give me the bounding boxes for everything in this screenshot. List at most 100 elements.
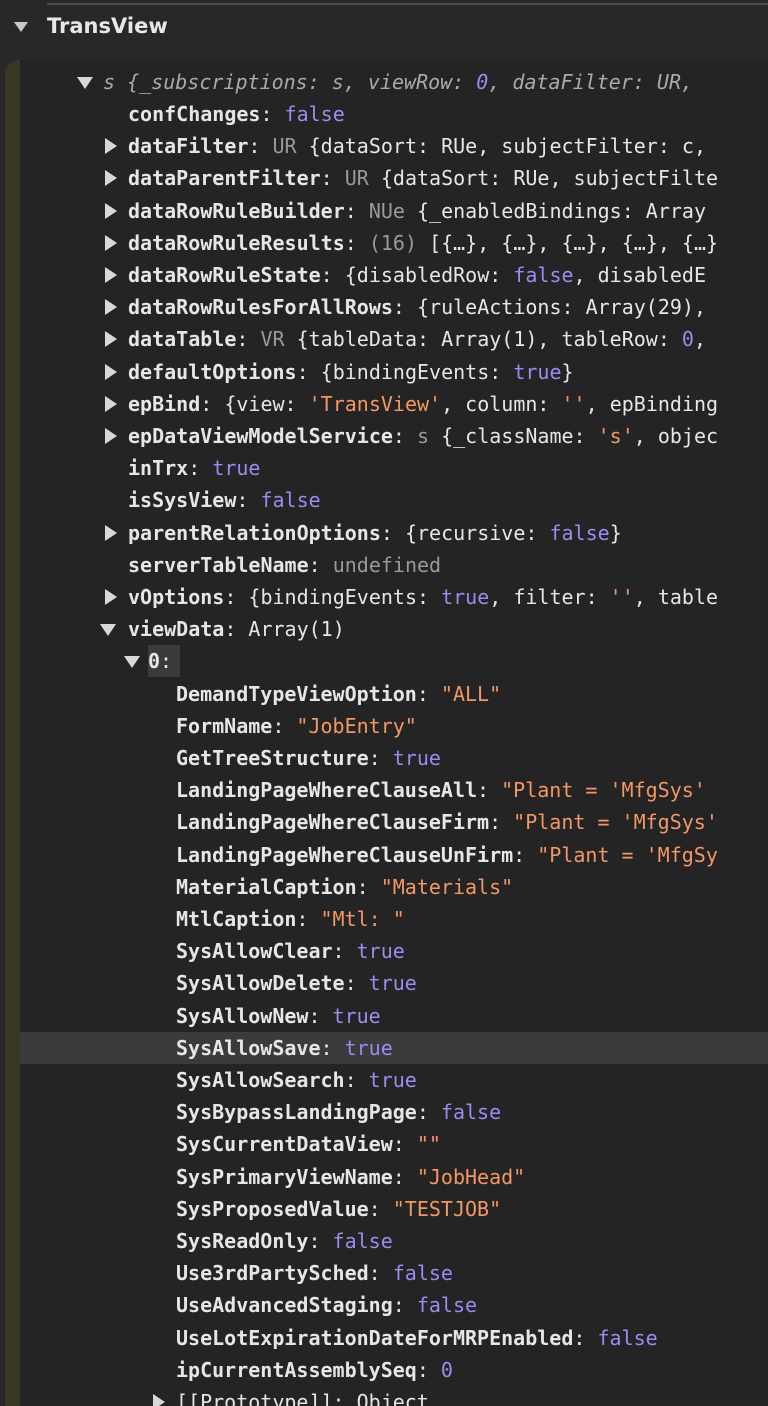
colon: : <box>308 1229 333 1253</box>
class-name: s <box>417 424 442 448</box>
field-line: SysAllowClear: true <box>176 935 405 967</box>
view-data-field-row[interactable]: ipCurrentAssemblySeq: 0 <box>20 1354 768 1386</box>
view-data-field-row[interactable]: DemandTypeViewOption: "ALL" <box>20 678 768 710</box>
view-data-field-row[interactable]: SysReadOnly: false <box>20 1225 768 1257</box>
property-row[interactable]: epDataViewModelService: s {_className: '… <box>20 420 768 452</box>
view-data-field-row[interactable]: SysBypassLandingPage: false <box>20 1096 768 1128</box>
view-data-field-row[interactable]: SysPrimaryViewName: "JobHead" <box>20 1161 768 1193</box>
expand-open-icon[interactable] <box>100 624 116 637</box>
colon: : <box>368 746 393 770</box>
expand-open-icon[interactable] <box>124 656 140 669</box>
view-data-field-row[interactable]: SysProposedValue: "TESTJOB" <box>20 1193 768 1225</box>
expand-closed-icon[interactable] <box>153 1394 165 1406</box>
colon: : <box>392 1132 417 1157</box>
field-line: GetTreeStructure: true <box>176 742 441 774</box>
property-row[interactable]: defaultOptions: {bindingEvents: true} <box>20 356 768 388</box>
property-value-part: , disabledE <box>573 263 706 287</box>
field-key: SysBypassLandingPage <box>176 1100 417 1125</box>
view-data-field-row[interactable]: SysCurrentDataView: "" <box>20 1128 768 1160</box>
expand-closed-icon[interactable] <box>105 589 117 605</box>
expand-closed-icon[interactable] <box>105 363 117 380</box>
view-data-field-row[interactable]: UseLotExpirationDateForMRPEnabled: false <box>20 1322 768 1354</box>
colon: : <box>260 102 285 126</box>
class-name: (16) <box>368 230 430 255</box>
colon: : <box>320 166 345 191</box>
field-line: SysCurrentDataView: "" <box>176 1128 441 1160</box>
property-row[interactable]: vOptions: {bindingEvents: true, filter: … <box>20 581 768 613</box>
view-data-field-row[interactable]: LandingPageWhereClauseUnFirm: "Plant = '… <box>20 839 768 871</box>
view-data-field-row[interactable]: SysAllowSave: true <box>20 1032 768 1064</box>
property-row[interactable]: dataTable: VR {tableData: Array(1), tabl… <box>20 323 768 355</box>
property-value-part: } <box>609 520 622 545</box>
expand-closed-icon[interactable] <box>105 395 117 412</box>
property-value-part: 'TransView' <box>308 391 442 416</box>
view-data-field-row[interactable]: MtlCaption: "Mtl: " <box>20 903 768 935</box>
property-key: vOptions <box>128 585 225 609</box>
root-object-row[interactable]: s {_subscriptions: s, viewRow: 0, dataFi… <box>20 66 768 98</box>
expand-open-icon[interactable] <box>77 77 93 89</box>
property-value-part: {recursive: <box>404 520 550 545</box>
prototype-line: [[Prototype]]: Object <box>176 1386 429 1406</box>
property-row[interactable]: isSysView: false <box>20 484 768 516</box>
view-data-field-row[interactable]: LandingPageWhereClauseAll: "Plant = 'Mfg… <box>20 774 768 806</box>
view-data-field-row[interactable]: SysAllowClear: true <box>20 935 768 967</box>
property-row[interactable]: inTrx: true <box>20 452 768 484</box>
property-row[interactable]: confChanges: false <box>20 98 768 130</box>
array-index-row[interactable]: 0: <box>20 645 768 678</box>
property-value: Array(1) <box>248 617 345 642</box>
field-line: FormName: "JobEntry" <box>176 710 417 742</box>
field-line: UseLotExpirationDateForMRPEnabled: false <box>176 1322 658 1354</box>
view-data-field-row[interactable]: SysAllowNew: true <box>20 1000 768 1032</box>
colon: : <box>332 1390 357 1406</box>
prototype-row[interactable]: [[Prototype]]: Object <box>20 1386 768 1406</box>
field-line: SysProposedValue: "TESTJOB" <box>176 1193 501 1225</box>
view-data-field-row[interactable]: FormName: "JobEntry" <box>20 710 768 742</box>
property-value-part: '' <box>609 585 634 609</box>
colon: : <box>416 1100 441 1125</box>
expand-closed-icon[interactable] <box>105 234 117 251</box>
property-line: parentRelationOptions: {recursive: false… <box>128 517 622 549</box>
expand-closed-icon[interactable] <box>105 331 117 348</box>
property-line: dataFilter: UR {dataSort: RUe, subjectFi… <box>128 130 706 162</box>
field-value: true <box>368 971 417 996</box>
property-row[interactable]: dataRowRuleResults: (16) [{…}, {…}, {…},… <box>20 227 768 259</box>
expand-closed-icon[interactable] <box>105 138 117 155</box>
property-line: serverTableName: undefined <box>128 549 441 581</box>
property-row[interactable]: epBind: {view: 'TransView', column: '', … <box>20 388 768 420</box>
field-value: "" <box>416 1132 441 1157</box>
colon: : <box>344 198 369 223</box>
expand-closed-icon[interactable] <box>105 202 117 219</box>
view-data-field-row[interactable]: MaterialCaption: "Materials" <box>20 871 768 903</box>
view-data-field-row[interactable]: SysAllowSearch: true <box>20 1064 768 1096</box>
property-value-part: , <box>693 327 706 352</box>
chevron-down-icon[interactable] <box>14 22 28 32</box>
view-data-field-row[interactable]: LandingPageWhereClauseFirm: "Plant = 'Mf… <box>20 806 768 838</box>
property-value: false <box>284 102 345 126</box>
colon: : <box>344 971 369 996</box>
expand-closed-icon[interactable] <box>105 299 117 316</box>
property-row[interactable]: dataRowRulesForAllRows: {ruleActions: Ar… <box>20 291 768 323</box>
colon: : <box>236 327 261 352</box>
view-data-field-row[interactable]: SysAllowDelete: true <box>20 967 768 999</box>
property-row[interactable]: dataRowRuleBuilder: NUe {_enabledBinding… <box>20 195 768 227</box>
colon: : <box>368 1196 393 1221</box>
expand-closed-icon[interactable] <box>105 267 117 283</box>
property-row[interactable]: parentRelationOptions: {recursive: false… <box>20 517 768 549</box>
expand-closed-icon[interactable] <box>105 428 117 444</box>
view-data-field-row[interactable]: Use3rdPartySched: false <box>20 1257 768 1289</box>
view-data-field-row[interactable]: UseAdvancedStaging: false <box>20 1289 768 1321</box>
field-key: SysPrimaryViewName <box>176 1164 393 1189</box>
transview-section-header[interactable]: TransView <box>0 10 768 46</box>
property-row[interactable]: dataParentFilter: UR {dataSort: RUe, sub… <box>20 162 768 194</box>
property-row[interactable]: serverTableName: undefined <box>20 549 768 581</box>
property-row[interactable]: viewData: Array(1) <box>20 613 768 645</box>
property-value: [{…}, {…}, {…}, {…}, {…} <box>429 230 719 255</box>
property-value: {dataSort: RUe, subjectFilter: c, <box>308 134 706 159</box>
property-key: dataFilter <box>128 134 249 159</box>
property-row[interactable]: dataRowRuleState: {disabledRow: false, d… <box>20 259 768 291</box>
expand-closed-icon[interactable] <box>105 170 117 187</box>
object-tree[interactable]: s {_subscriptions: s, viewRow: 0, dataFi… <box>5 60 768 1406</box>
property-row[interactable]: dataFilter: UR {dataSort: RUe, subjectFi… <box>20 130 768 162</box>
view-data-field-row[interactable]: GetTreeStructure: true <box>20 742 768 774</box>
expand-closed-icon[interactable] <box>105 524 117 541</box>
